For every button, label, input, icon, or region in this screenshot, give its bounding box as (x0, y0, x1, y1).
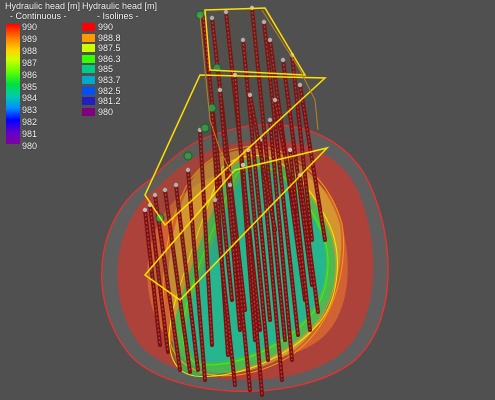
isoline-label: 986.3 (98, 53, 121, 64)
isoline-swatch (82, 97, 95, 106)
isoline-label: 982.5 (98, 85, 121, 96)
isolines-legend-title: Hydraulic head [m] (82, 1, 158, 11)
isolines-legend-subtitle: - Isolines - (97, 11, 139, 21)
well-head-marker (142, 207, 148, 213)
continuous-label: 984 (22, 93, 38, 104)
isoline-label: 983.7 (98, 75, 121, 85)
continuous-label: 986 (22, 69, 38, 80)
isoline-legend-item: 988.8 (82, 33, 121, 43)
well-head-marker (287, 147, 293, 153)
well-head-marker (240, 162, 246, 168)
isoline-legend-item: 985 (82, 64, 113, 74)
isoline-swatch (82, 65, 95, 74)
continuous-label: 983 (22, 105, 38, 116)
isoline-legend-item: 981.2 (82, 96, 121, 106)
isoline-swatch (82, 33, 95, 42)
continuous-label: 990 (22, 22, 38, 32)
continuous-legend-subtitle: - Continuous - (10, 11, 67, 21)
isoline-label: 981.2 (98, 96, 121, 107)
isoline-label: 987.5 (98, 43, 121, 54)
isoline-label: 980 (98, 106, 114, 117)
continuous-label: 989 (22, 33, 38, 44)
isoline-legend-item: 983.7 (82, 75, 121, 85)
isoline-legend-item: 990 (82, 22, 113, 32)
continuous-colorbar (6, 24, 20, 144)
continuous-legend-title: Hydraulic head [m] (5, 1, 81, 11)
visualization-viewport[interactable]: Hydraulic head [m] - Continuous - 990 989… (0, 0, 495, 400)
isoline-swatch (82, 44, 95, 53)
isoline-legend-item: 987.5 (82, 43, 121, 53)
isoline-label: 985 (98, 64, 114, 75)
isoline-swatch (82, 23, 95, 31)
continuous-label: 980 (22, 141, 38, 151)
continuous-label: 987 (22, 57, 38, 68)
isoline-swatch (82, 54, 95, 63)
isoline-label: 990 (98, 22, 114, 32)
isoline-label: 988.8 (98, 32, 121, 43)
continuous-label: 988 (22, 45, 38, 56)
isoline-legend-item: 986.3 (82, 54, 121, 64)
3d-model-canvas[interactable] (0, 0, 495, 400)
continuous-label: 985 (22, 81, 38, 92)
continuous-label: 982 (22, 117, 38, 128)
isoline-swatch (82, 107, 95, 116)
isoline-legend-item: 982.5 (82, 86, 121, 96)
cut-plane-top[interactable] (204, 7, 307, 76)
isoline-swatch (82, 76, 95, 84)
isoline-swatch (82, 86, 95, 95)
isoline-legend-item: 980 (82, 107, 113, 117)
continuous-label: 981 (22, 129, 38, 140)
